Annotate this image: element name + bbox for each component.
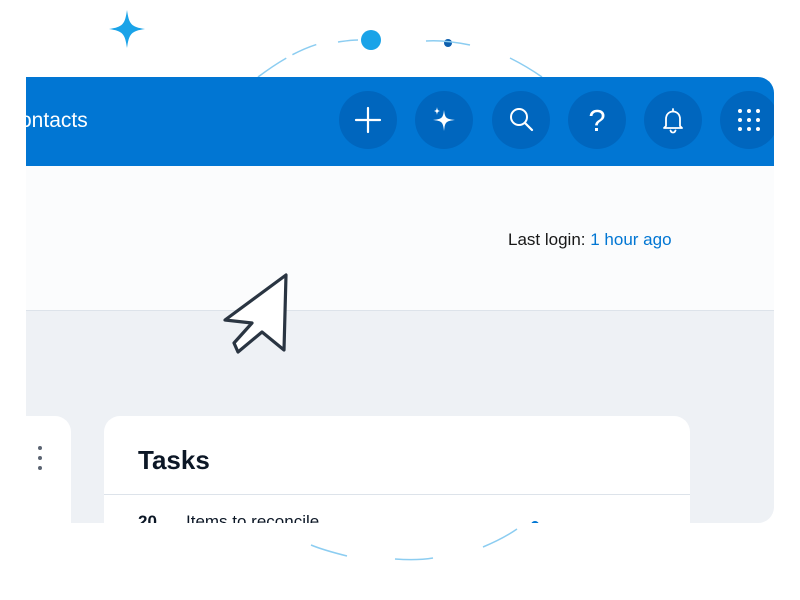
- decor-arc: [509, 57, 543, 78]
- decor-arc: [257, 43, 319, 78]
- tasks-title: Tasks: [138, 445, 210, 475]
- app-window: ontacts ? Last login: 1 hour ago Tasks 2…: [26, 77, 774, 523]
- decor-arc: [482, 528, 518, 548]
- decor-arc: [337, 39, 359, 43]
- decor-arc: [310, 544, 348, 557]
- search-button[interactable]: [492, 91, 550, 149]
- page-header: Last login: 1 hour ago: [26, 166, 774, 311]
- task-label: Items to reconcile: [186, 512, 320, 523]
- tasks-card: Tasks 20 Items to reconcile: [104, 416, 690, 523]
- app-title: ontacts: [26, 109, 88, 132]
- last-login: Last login: 1 hour ago: [508, 229, 672, 251]
- sparkle-icon: [433, 107, 455, 131]
- decor-arc: [394, 557, 434, 561]
- grid-icon: [738, 109, 760, 131]
- search-icon: [510, 108, 534, 132]
- product-illustration: ontacts ? Last login: 1 hour ago Tasks 2…: [0, 0, 800, 600]
- app-launcher-button[interactable]: [720, 91, 774, 149]
- status-dot: [531, 521, 539, 523]
- decor-dot-small: [444, 39, 452, 47]
- task-count: 20: [138, 512, 157, 523]
- last-login-value[interactable]: 1 hour ago: [590, 230, 671, 249]
- plus-icon: [354, 106, 382, 134]
- task-row[interactable]: 20 Items to reconcile: [104, 512, 690, 523]
- more-options-icon[interactable]: [32, 446, 48, 470]
- help-icon: ?: [588, 102, 606, 138]
- ai-assistant-button[interactable]: [415, 91, 473, 149]
- divider: [104, 494, 690, 495]
- help-button[interactable]: ?: [568, 91, 626, 149]
- decor-dot-large: [361, 30, 381, 50]
- global-header: ontacts ?: [26, 77, 774, 166]
- new-button[interactable]: [339, 91, 397, 149]
- notifications-button[interactable]: [644, 91, 702, 149]
- sparkle-icon: [109, 10, 145, 48]
- last-login-label: Last login:: [508, 230, 586, 249]
- bell-icon: [663, 108, 683, 134]
